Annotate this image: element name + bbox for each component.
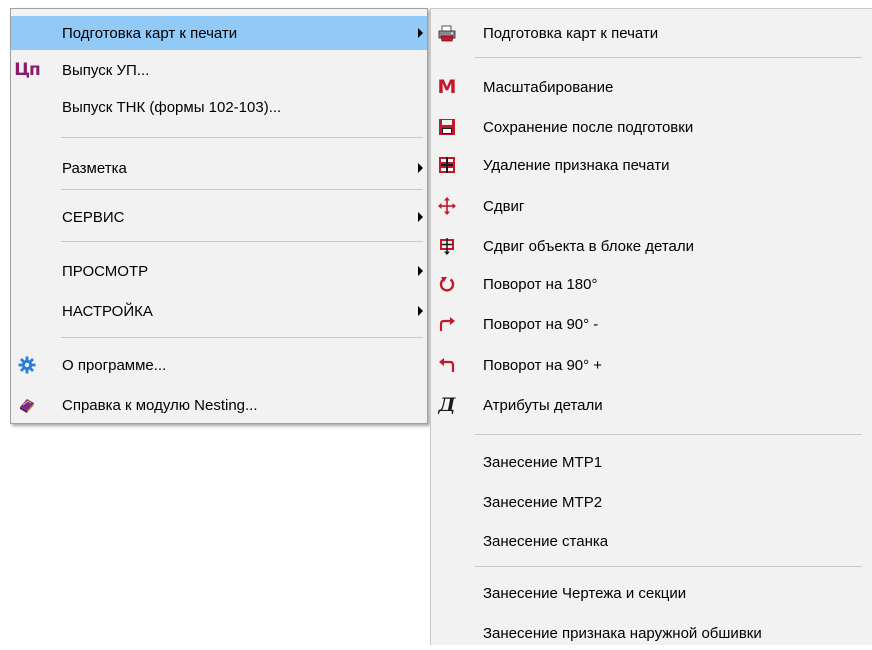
menu-item-label: Занесение МТР1 [483,453,603,471]
submenu-item-scale[interactable]: M Масштабирование [431,70,872,104]
menu-item-label: Выпуск УП... [62,61,150,79]
submenu-item-remove-print-flag[interactable]: Удаление признака печати [431,148,872,182]
submenu-item-save[interactable]: Сохранение после подготовки [431,110,872,144]
menu-item-label: Занесение Чертежа и секции [483,584,687,602]
menu-separator [61,241,423,242]
menu-item-label: Сохранение после подготовки [483,118,694,136]
submenu-item-shift[interactable]: Сдвиг [431,189,872,223]
menu-separator [475,57,862,58]
printer-icon [437,23,457,43]
menu-item-tnk-output[interactable]: Выпуск ТНК (формы 102-103)... [11,90,427,124]
scale-icon: M [437,76,457,98]
nc-program-icon: Цп [14,60,41,80]
menu-item-settings[interactable]: НАСТРОЙКА [11,294,427,328]
rotate-left-icon [437,355,457,375]
menu-item-label: Сдвиг [483,197,525,215]
rotate-right-icon [437,314,457,334]
menu-item-label: СЕРВИС [62,208,125,226]
main-context-menu: Подготовка карт к печати Цп Выпуск УП...… [10,8,428,424]
menu-item-label: О программе... [62,356,167,374]
submenu-item-rotate-90-plus[interactable]: Поворот на 90° + [431,348,872,382]
menu-item-label: Занесение признака наружной обшивки [483,624,762,642]
menu-item-marking[interactable]: Разметка [11,151,427,185]
print-prep-submenu: Подготовка карт к печати M Масштабирован… [430,8,872,645]
menu-item-print-prep[interactable]: Подготовка карт к печати [11,16,427,50]
menu-item-label: Поворот на 90° - [483,315,599,333]
menu-item-help[interactable]: Справка к модулю Nesting... [11,388,427,422]
submenu-arrow-icon [418,212,423,222]
attributes-icon: Д [438,394,456,416]
move-arrows-icon [437,196,457,216]
submenu-arrow-icon [418,163,423,173]
menu-separator [475,566,862,567]
menu-item-label: Разметка [62,159,127,177]
menu-item-label: Справка к модулю Nesting... [62,396,258,414]
menu-item-label: НАСТРОЙКА [62,302,153,320]
submenu-arrow-icon [418,266,423,276]
save-icon [437,117,457,137]
shift-object-icon [437,236,457,256]
menu-item-nc-output[interactable]: Цп Выпуск УП... [11,53,427,87]
submenu-item-machine[interactable]: Занесение станка [431,524,872,558]
menu-item-label: Поворот на 180° [483,275,598,293]
submenu-item-print-prep[interactable]: Подготовка карт к печати [431,16,872,50]
menu-item-label: ПРОСМОТР [62,262,149,280]
menu-item-label: Атрибуты детали [483,396,603,414]
gear-icon [17,355,37,375]
submenu-item-part-attributes[interactable]: Д Атрибуты детали [431,388,872,422]
submenu-item-mtr2[interactable]: Занесение МТР2 [431,485,872,519]
menu-item-view[interactable]: ПРОСМОТР [11,254,427,288]
submenu-item-rotate-180[interactable]: Поворот на 180° [431,267,872,301]
menu-item-label: Выпуск ТНК (формы 102-103)... [62,98,282,116]
submenu-arrow-icon [418,28,423,38]
submenu-item-mtr1[interactable]: Занесение МТР1 [431,445,872,479]
menu-item-label: Поворот на 90° + [483,356,603,374]
submenu-item-drawing-section[interactable]: Занесение Чертежа и секции [431,576,872,610]
menu-separator [61,137,423,138]
menu-separator [61,337,423,338]
menu-item-label: Подготовка карт к печати [62,24,238,42]
menu-item-label: Подготовка карт к печати [483,24,659,42]
submenu-item-shift-object[interactable]: Сдвиг объекта в блоке детали [431,229,872,263]
rotate-180-icon [437,274,457,294]
menu-item-service[interactable]: СЕРВИС [11,200,427,234]
menu-separator [475,434,862,435]
menu-item-label: Масштабирование [483,78,614,96]
help-book-icon [17,395,37,415]
submenu-item-rotate-90-minus[interactable]: Поворот на 90° - [431,307,872,341]
submenu-arrow-icon [418,306,423,316]
remove-print-flag-icon [437,155,457,175]
menu-item-label: Сдвиг объекта в блоке детали [483,237,694,255]
menu-item-label: Занесение МТР2 [483,493,603,511]
menu-separator [61,189,423,190]
menu-item-label: Удаление признака печати [483,156,670,174]
menu-item-label: Занесение станка [483,532,609,550]
menu-item-about[interactable]: О программе... [11,348,427,382]
